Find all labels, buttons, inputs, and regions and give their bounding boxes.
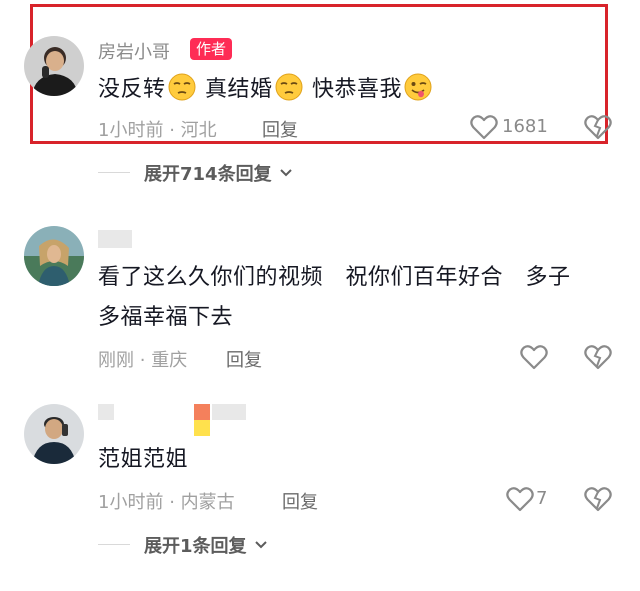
dislike-heart-icon [584, 345, 612, 370]
username-blurred[interactable] [98, 404, 114, 420]
location: 河北 [180, 120, 217, 141]
separator: · [169, 492, 175, 513]
heart-icon [470, 115, 498, 140]
comment-text-segment: 没反转 [98, 77, 166, 102]
dislike-button[interactable] [584, 344, 612, 374]
comment-text-segment: 快恭喜我 [312, 77, 403, 102]
comment-content: 看了这么久你们的视频 祝你们百年好合 多子 多福幸福下去 [98, 258, 570, 338]
heart-icon [520, 345, 548, 370]
timestamp: 1小时前 [98, 120, 164, 141]
comment-meta: 1小时前 · 河北 [98, 116, 217, 142]
expand-divider [98, 172, 130, 173]
winking-tongue-emoji [404, 73, 432, 101]
author-badge: 作者 [190, 38, 233, 60]
like-count: 1681 [502, 116, 548, 137]
timestamp: 刚刚 [98, 350, 134, 371]
dislike-heart-icon [584, 487, 612, 512]
avatar[interactable] [24, 36, 84, 96]
username-blurred [194, 420, 210, 436]
avatar[interactable] [24, 226, 84, 286]
comment-meta: 刚刚 · 重庆 [98, 346, 187, 372]
separator: · [139, 350, 146, 371]
location: 重庆 [151, 350, 188, 371]
expand-divider [98, 544, 130, 545]
expand-replies-button[interactable]: 展开714条回复 [144, 160, 293, 186]
reply-button[interactable]: 回复 [226, 346, 262, 372]
comment-text-line: 看了这么久你们的视频 祝你们百年好合 多子 [98, 265, 571, 290]
username-blurred[interactable] [98, 230, 132, 248]
chevron-down-icon [254, 541, 267, 549]
comment-text-segment: 真结婚 [205, 77, 273, 102]
like-button[interactable] [506, 486, 534, 516]
username[interactable]: 房岩小哥 [98, 38, 170, 64]
like-button[interactable] [470, 114, 498, 144]
heart-icon [506, 487, 534, 512]
dislike-button[interactable] [584, 114, 612, 144]
username-blurred [194, 404, 210, 420]
comment-content: 范姐范姐 [98, 447, 189, 472]
dislike-button[interactable] [584, 486, 612, 516]
expand-replies-label: 展开1条回复 [144, 536, 247, 557]
like-button[interactable] [520, 344, 548, 374]
timestamp: 1小时前 [98, 492, 164, 513]
expand-replies-button[interactable]: 展开1条回复 [144, 532, 268, 558]
unamused-emoji [168, 73, 196, 101]
expand-replies-label: 展开714条回复 [144, 164, 272, 185]
unamused-emoji [275, 73, 303, 101]
reply-button[interactable]: 回复 [262, 116, 298, 142]
chevron-down-icon [279, 169, 292, 177]
like-count: 7 [536, 488, 548, 509]
username-blurred [212, 404, 246, 420]
separator: · [169, 120, 175, 141]
comment-meta: 1小时前 · 内蒙古 [98, 488, 235, 514]
comment-text-line: 多福幸福下去 [98, 305, 234, 330]
dislike-heart-icon [584, 115, 612, 140]
reply-button[interactable]: 回复 [282, 488, 318, 514]
comment-content: 没反转 真结婚 快恭喜我 [98, 70, 434, 110]
location: 内蒙古 [180, 492, 235, 513]
avatar[interactable] [24, 404, 84, 464]
